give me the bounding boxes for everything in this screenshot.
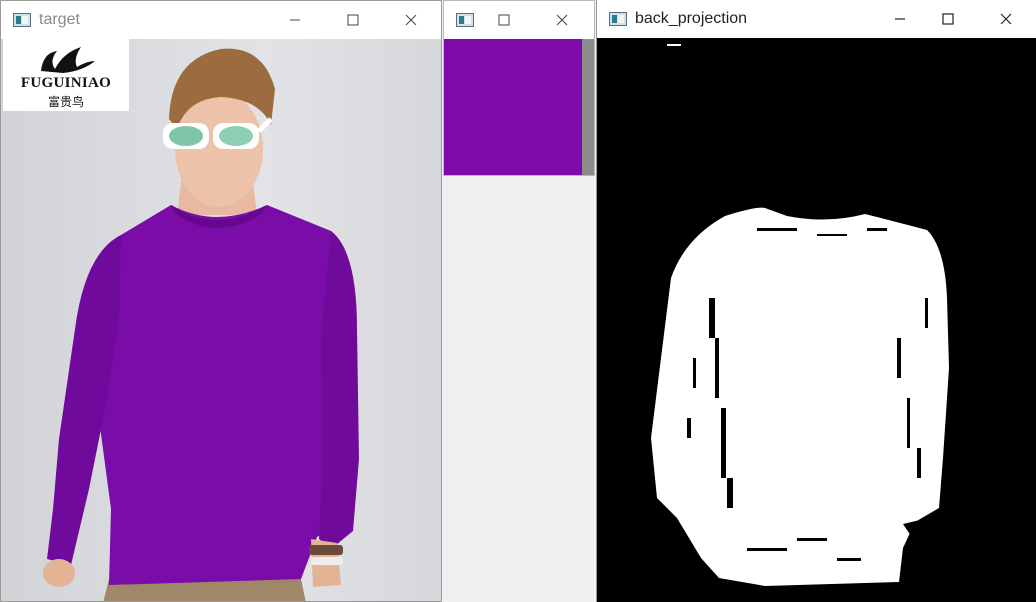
- close-icon: [405, 14, 417, 26]
- close-button[interactable]: [391, 1, 431, 39]
- maximize-icon: [942, 13, 954, 25]
- roi-window: [443, 0, 595, 176]
- maximize-button[interactable]: [484, 1, 524, 39]
- back-projection-window: back_projection: [596, 0, 1036, 602]
- close-button[interactable]: [986, 0, 1026, 38]
- window-title: back_projection: [635, 10, 748, 27]
- minimize-icon: [895, 18, 905, 20]
- minimize-icon: [290, 19, 300, 21]
- maximize-icon: [498, 14, 510, 26]
- brand-logo: FUGUINIAO 富贵鸟: [3, 39, 129, 111]
- app-icon: [609, 12, 627, 26]
- bracelet: [309, 545, 343, 555]
- mask-image: [597, 38, 1036, 602]
- lens: [219, 126, 253, 146]
- app-icon: [13, 13, 31, 27]
- shirt-mask: [651, 207, 949, 586]
- app-icon: [456, 13, 474, 27]
- model-photo: [1, 39, 441, 601]
- maximize-icon: [347, 14, 359, 26]
- close-icon: [1000, 13, 1012, 25]
- bird-icon: [41, 47, 95, 73]
- minimize-button[interactable]: [880, 0, 920, 38]
- scrollbar[interactable]: [582, 39, 594, 175]
- target-image: FUGUINIAO 富贵鸟: [1, 39, 441, 601]
- back-projection-image: [597, 38, 1036, 602]
- title-bar[interactable]: [444, 1, 594, 39]
- target-window: target FUGUINIAO 富贵鸟: [0, 0, 442, 602]
- window-title: target: [39, 11, 80, 28]
- title-bar[interactable]: back_projection: [597, 0, 1036, 38]
- title-bar[interactable]: target: [1, 1, 441, 39]
- brand-name: FUGUINIAO: [20, 75, 112, 91]
- maximize-button[interactable]: [333, 1, 373, 39]
- bracelet: [311, 557, 343, 565]
- close-icon: [556, 14, 568, 26]
- maximize-button[interactable]: [928, 0, 968, 38]
- close-button[interactable]: [542, 1, 582, 39]
- shirt: [93, 205, 357, 585]
- roi-image: [444, 39, 582, 175]
- brand-subtitle: 富贵鸟: [47, 95, 84, 109]
- left-hand: [43, 559, 75, 587]
- lens: [169, 126, 203, 146]
- minimize-button[interactable]: [275, 1, 315, 39]
